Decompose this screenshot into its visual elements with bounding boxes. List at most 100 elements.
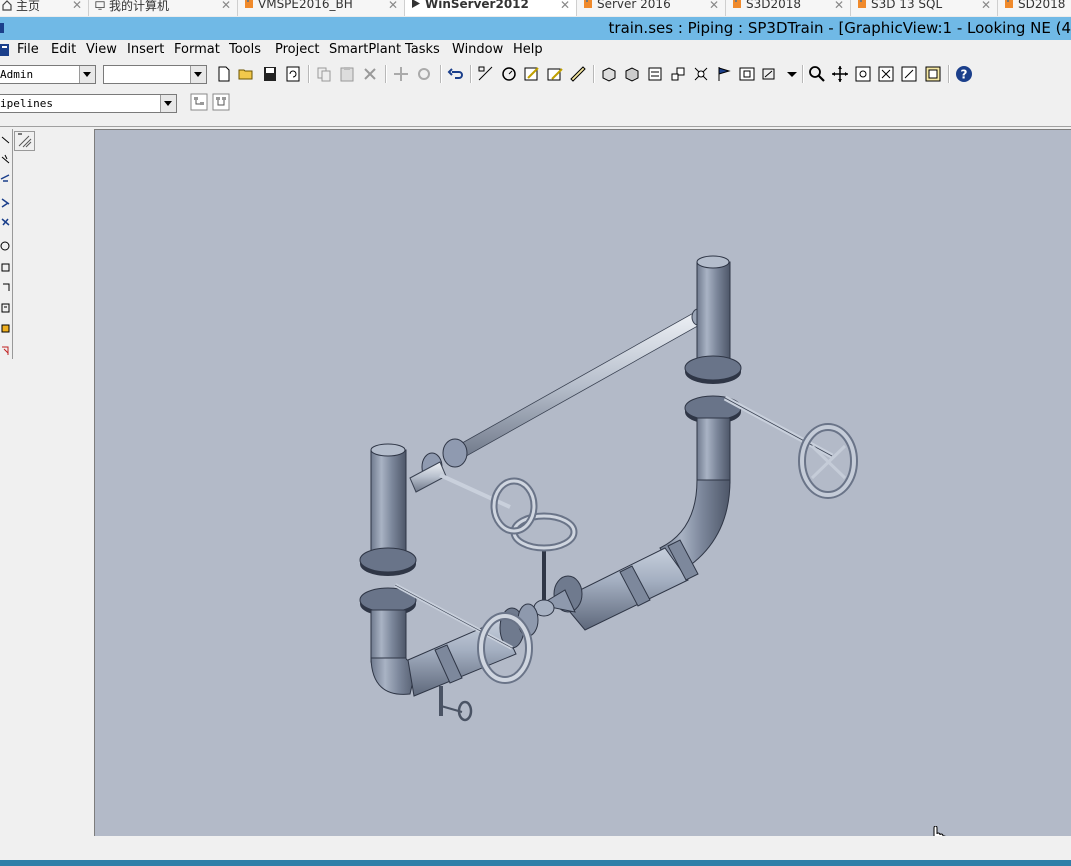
toolbar-separator: [308, 65, 310, 83]
host-tab-home[interactable]: 主页 ✕: [0, 0, 89, 16]
menu-help[interactable]: Help: [513, 42, 543, 57]
filter-edit-icon: [212, 93, 230, 111]
move-button[interactable]: [391, 64, 411, 84]
host-tab-s3d13sql[interactable]: S3D 13 SQL ✕: [851, 0, 998, 16]
insert-note-button[interactable]: [522, 64, 542, 84]
menu-project[interactable]: Project: [275, 42, 319, 57]
dimension-button[interactable]: [568, 64, 588, 84]
menu-view[interactable]: View: [86, 42, 117, 57]
edit-filter-button[interactable]: [211, 92, 231, 112]
host-tab-server2016[interactable]: Server 2016 ✕: [577, 0, 726, 16]
paste-icon: [340, 67, 354, 82]
menu-smartplant[interactable]: SmartPlant: [329, 42, 401, 57]
clear-clipping-button[interactable]: [691, 64, 711, 84]
zoom-window-button[interactable]: [853, 64, 873, 84]
host-tab-sd2018[interactable]: SD2018: [998, 0, 1071, 16]
close-icon[interactable]: ✕: [72, 0, 82, 12]
palette-icons[interactable]: [0, 129, 12, 359]
delete-button[interactable]: [360, 64, 380, 84]
close-icon[interactable]: ✕: [709, 0, 719, 12]
rotate-view-button[interactable]: [899, 64, 919, 84]
status-area: [0, 836, 1071, 860]
chevron-down-icon[interactable]: [79, 66, 95, 83]
view-style-dropdown[interactable]: [782, 64, 798, 84]
common-views-button[interactable]: [599, 64, 619, 84]
host-tab-s3d2018[interactable]: S3D2018 ✕: [726, 0, 851, 16]
fit-button[interactable]: [876, 64, 896, 84]
menu-format[interactable]: Format: [174, 42, 220, 57]
close-icon[interactable]: ✕: [981, 0, 991, 12]
close-icon[interactable]: ✕: [834, 0, 844, 12]
menu-tasks[interactable]: Tasks: [405, 42, 440, 57]
chevron-down-icon[interactable]: [190, 66, 206, 83]
undo-button[interactable]: [446, 64, 466, 84]
cube-icon: [602, 67, 616, 82]
measure-button[interactable]: [476, 64, 496, 84]
copy-button[interactable]: [314, 64, 334, 84]
save-button[interactable]: [260, 64, 280, 84]
paste-button[interactable]: [337, 64, 357, 84]
menu-file[interactable]: File: [17, 42, 39, 57]
rotate-button[interactable]: [414, 64, 434, 84]
vm-icon: [1005, 0, 1013, 8]
select-button[interactable]: [714, 64, 734, 84]
menu-tools[interactable]: Tools: [229, 42, 261, 57]
left-riser-pipe[interactable]: [359, 443, 419, 695]
zoom-button[interactable]: [807, 64, 827, 84]
piping-model[interactable]: [94, 129, 1071, 836]
new-document-icon: [218, 66, 230, 82]
note-icon: [524, 67, 539, 81]
filter-button[interactable]: [189, 92, 209, 112]
host-tab-my-computer[interactable]: 我的计算机 ✕: [89, 0, 238, 16]
upper-branch-pipe[interactable]: [409, 308, 705, 493]
open-button[interactable]: [236, 64, 256, 84]
palette-toggle-button[interactable]: [14, 131, 35, 151]
help-button[interactable]: ?: [954, 64, 974, 84]
check-interference-button[interactable]: [499, 64, 519, 84]
permission-group-select[interactable]: Admin: [0, 65, 96, 84]
right-valve-handwheel[interactable]: [723, 395, 858, 499]
right-riser-pipe[interactable]: [659, 255, 742, 576]
home-icon: [2, 0, 12, 11]
active-layer-select[interactable]: [103, 65, 207, 84]
close-icon[interactable]: ✕: [221, 0, 231, 12]
pan-icon: [832, 66, 848, 82]
previous-view-button[interactable]: [923, 64, 943, 84]
computer-icon: [95, 1, 105, 10]
refresh-icon: [286, 66, 300, 82]
refresh-button[interactable]: [283, 64, 303, 84]
pan-button[interactable]: [830, 64, 850, 84]
host-tab-winserver2012[interactable]: WinServer2012 ✕: [405, 0, 577, 16]
close-icon[interactable]: ✕: [560, 0, 570, 12]
menu-edit[interactable]: Edit: [51, 42, 76, 57]
clip-by-volume-button[interactable]: [645, 64, 665, 84]
window-title-bar[interactable]: train.ses : Piping : SP3DTrain - [Graphi…: [0, 17, 1071, 40]
clip-icon: [648, 67, 662, 81]
rotate-view-icon: [901, 66, 917, 82]
drain-valve[interactable]: [439, 686, 473, 722]
host-tab-vmspe2016[interactable]: VMSPE2016_BH ✕: [238, 0, 405, 16]
menu-window[interactable]: Window: [452, 42, 503, 57]
clip-by-object-button[interactable]: [668, 64, 688, 84]
flag-icon: [718, 67, 731, 81]
chevron-down-icon[interactable]: [160, 95, 176, 112]
locate-filter-select[interactable]: ipelines: [0, 94, 177, 113]
document-icon[interactable]: [0, 43, 11, 57]
fit-icon: [878, 66, 894, 82]
ruler-icon: [570, 66, 586, 82]
close-icon[interactable]: ✕: [388, 0, 398, 12]
menu-bar: File Edit View Insert Format Tools Proje…: [0, 40, 1071, 60]
zoom-area-button[interactable]: [737, 64, 757, 84]
app-icon: [0, 23, 4, 33]
toolbar-separator: [470, 65, 472, 83]
toolbar-separator: [593, 65, 595, 83]
named-views-button[interactable]: [622, 64, 642, 84]
zoom-window-icon: [855, 66, 871, 82]
view-style-button[interactable]: [760, 64, 780, 84]
graphic-view-3d[interactable]: [94, 129, 1071, 836]
main-diagonal-pipe[interactable]: [538, 539, 699, 631]
insert-label-button[interactable]: [545, 64, 565, 84]
new-button[interactable]: [214, 64, 234, 84]
view-style-icon: [762, 68, 775, 80]
menu-insert[interactable]: Insert: [127, 42, 164, 57]
